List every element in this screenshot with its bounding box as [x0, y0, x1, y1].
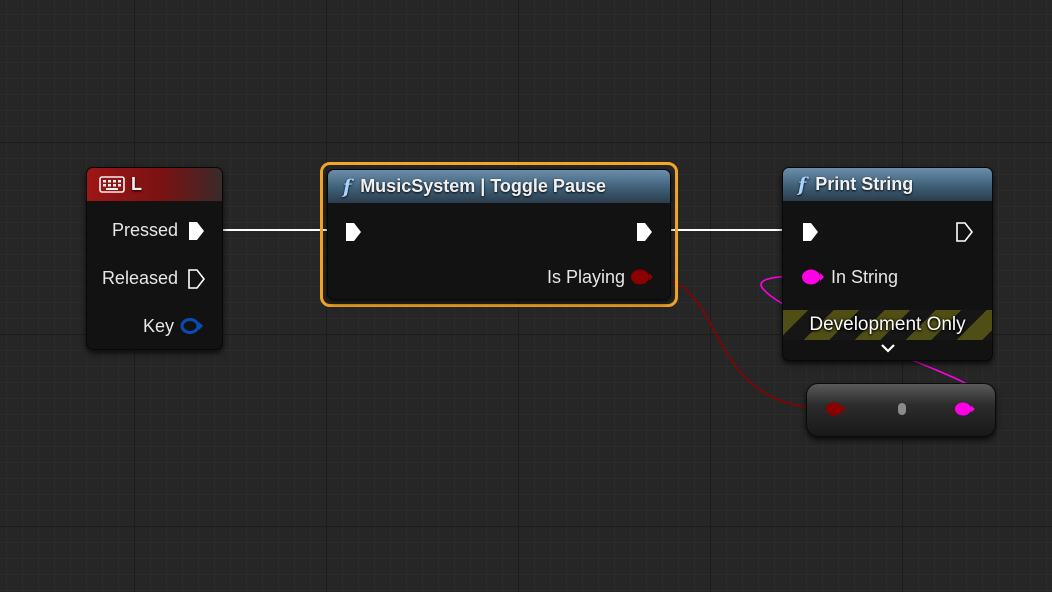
chevron-down-icon[interactable]: [880, 340, 896, 358]
toggle-pause-node[interactable]: f MusicSystem | Toggle Pause Is Playing: [327, 169, 671, 300]
conversion-bool-input-pin[interactable]: [823, 399, 849, 419]
released-exec-pin[interactable]: [187, 268, 207, 290]
in-string-label: In String: [831, 267, 899, 287]
released-label: Released: [101, 268, 178, 288]
print-string-title: Print String: [815, 174, 914, 194]
key-label: Key: [142, 316, 174, 336]
development-only-banner: Development Only: [783, 310, 992, 340]
key-struct-pin[interactable]: [179, 316, 205, 336]
toggle-pause-exec-in-pin[interactable]: [344, 221, 364, 243]
print-string-node-header[interactable]: f Print String: [783, 168, 992, 201]
conversion-string-output-pin[interactable]: [952, 399, 978, 419]
function-icon: f: [798, 173, 807, 196]
key-event-title: L: [131, 174, 142, 194]
pressed-label: Pressed: [111, 220, 178, 240]
print-string-exec-in-pin[interactable]: [801, 221, 821, 243]
print-string-node[interactable]: f Print String In String Development Onl…: [782, 167, 993, 361]
in-string-pin[interactable]: [800, 267, 826, 287]
is-playing-label: Is Playing: [546, 267, 625, 287]
is-playing-bool-pin[interactable]: [629, 267, 655, 287]
print-string-exec-out-pin[interactable]: [955, 221, 975, 243]
toggle-pause-title: MusicSystem | Toggle Pause: [360, 176, 606, 196]
toggle-pause-node-header[interactable]: f MusicSystem | Toggle Pause: [328, 170, 670, 203]
key-event-node-header[interactable]: L: [87, 168, 222, 201]
keyboard-icon: [99, 176, 125, 193]
conversion-dot-icon: [898, 403, 906, 415]
key-event-node[interactable]: L Pressed Released Key: [86, 167, 223, 350]
toggle-pause-exec-out-pin[interactable]: [635, 221, 655, 243]
function-icon: f: [343, 175, 352, 198]
pressed-exec-pin[interactable]: [187, 220, 207, 242]
bool-to-string-conversion-node[interactable]: [806, 383, 996, 437]
